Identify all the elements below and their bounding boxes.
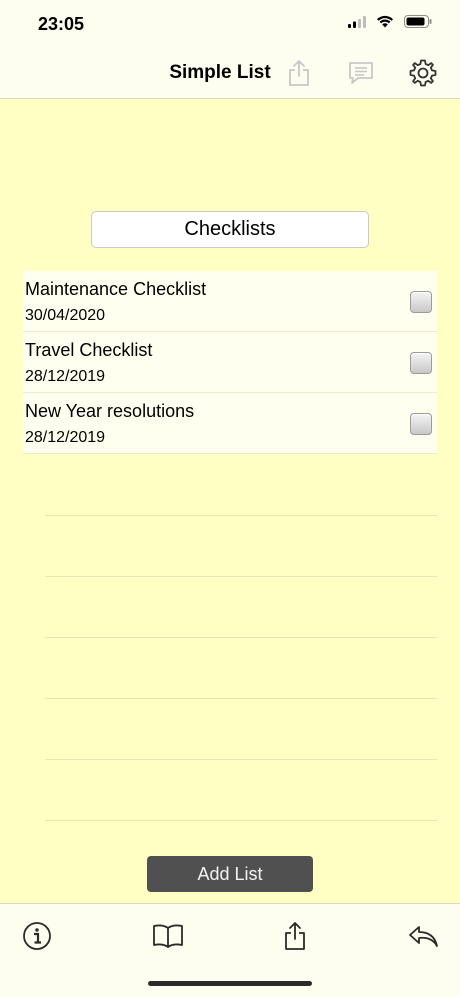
add-list-button[interactable]: Add List — [147, 856, 313, 892]
list-item[interactable]: Travel Checklist 28/12/2019 — [23, 332, 437, 393]
item-checkbox[interactable] — [410, 352, 432, 374]
item-checkbox[interactable] — [410, 413, 432, 435]
share-icon — [289, 60, 309, 86]
cellular-icon — [348, 15, 366, 33]
settings-button[interactable] — [408, 58, 438, 88]
ruled-line — [45, 576, 437, 577]
ruled-line — [45, 820, 437, 821]
ruled-line — [45, 759, 437, 760]
back-button[interactable] — [406, 919, 440, 953]
list-item[interactable]: Maintenance Checklist 30/04/2020 — [23, 271, 437, 332]
status-time: 23:05 — [38, 14, 85, 34]
home-indicator — [148, 981, 312, 986]
status-icons — [348, 15, 432, 33]
navigation-bar: Simple List — [0, 48, 460, 99]
item-title: New Year resolutions — [25, 401, 195, 421]
item-date: 30/04/2020 — [25, 307, 106, 324]
status-bar: 23:05 — [0, 0, 460, 48]
toolbar-share-button[interactable] — [278, 919, 312, 953]
list-content: Checklists Maintenance Checklist 30/04/2… — [0, 99, 460, 903]
share-button[interactable] — [284, 58, 314, 88]
item-date: 28/12/2019 — [25, 429, 106, 446]
book-icon — [153, 924, 183, 948]
comment-button[interactable] — [346, 58, 376, 88]
book-button[interactable] — [151, 919, 185, 953]
share-icon — [285, 922, 305, 950]
gear-icon — [409, 59, 437, 87]
info-icon — [23, 922, 51, 950]
item-title: Travel Checklist — [25, 340, 153, 360]
ruled-line — [45, 637, 437, 638]
item-date: 28/12/2019 — [25, 368, 106, 385]
item-checkbox[interactable] — [410, 291, 432, 313]
nav-title: Simple List — [169, 62, 271, 83]
reply-icon — [409, 926, 438, 947]
comment-icon — [349, 62, 373, 84]
battery-icon — [404, 15, 432, 33]
list-item[interactable]: New Year resolutions 28/12/2019 — [23, 393, 437, 454]
ruled-line — [45, 698, 437, 699]
ruled-line — [45, 515, 437, 516]
item-title: Maintenance Checklist — [25, 279, 207, 299]
wifi-icon — [376, 15, 394, 33]
checklist-list: Maintenance Checklist 30/04/2020 Travel … — [23, 271, 437, 454]
section-header: Checklists — [91, 211, 369, 248]
info-button[interactable] — [20, 919, 54, 953]
